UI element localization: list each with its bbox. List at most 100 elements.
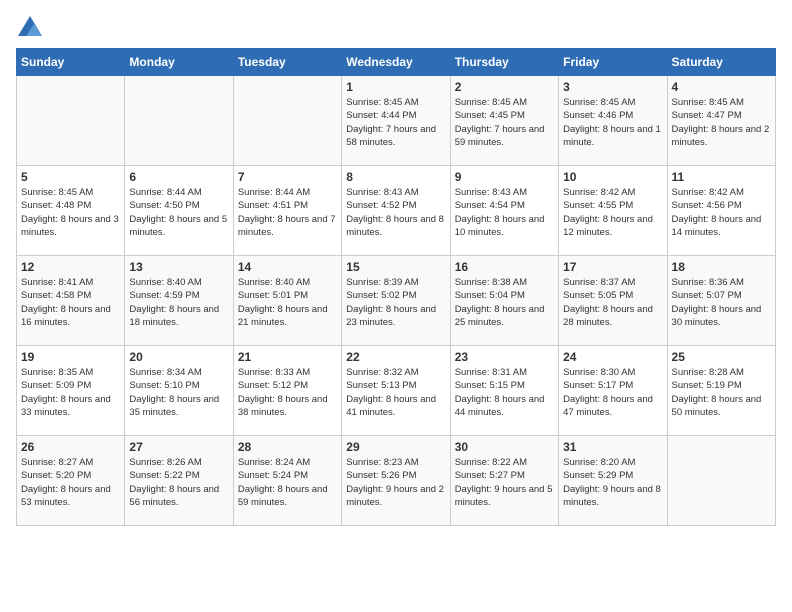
calendar-cell: 23 Sunrise: 8:31 AM Sunset: 5:15 PM Dayli… [450,346,558,436]
calendar-cell: 10Sunrise: 8:42 AM Sunset: 4:55 PM Dayli… [559,166,667,256]
day-info: Sunrise: 8:42 AM Sunset: 4:56 PM Dayligh… [672,186,771,239]
calendar-cell [125,76,233,166]
day-info: Sunrise: 8:20 AM Sunset: 5:29 PM Dayligh… [563,456,662,509]
calendar-body: 1 Sunrise: 8:45 AM Sunset: 4:44 PM Daylig… [17,76,776,526]
day-number: 5 [21,170,120,184]
day-number: 30 [455,440,554,454]
day-number: 7 [238,170,337,184]
day-info: Sunrise: 8:45 AM Sunset: 4:46 PM Dayligh… [563,96,662,149]
calendar-header: SundayMondayTuesdayWednesdayThursdayFrid… [17,49,776,76]
day-info: Sunrise: 8:24 AM Sunset: 5:24 PM Dayligh… [238,456,337,509]
day-number: 2 [455,80,554,94]
day-number: 20 [129,350,228,364]
day-info: Sunrise: 8:42 AM Sunset: 4:55 PM Dayligh… [563,186,662,239]
calendar-cell: 7 Sunrise: 8:44 AM Sunset: 4:51 PM Daylig… [233,166,341,256]
day-info: Sunrise: 8:43 AM Sunset: 4:54 PM Dayligh… [455,186,554,239]
calendar-cell: 2 Sunrise: 8:45 AM Sunset: 4:45 PM Daylig… [450,76,558,166]
weekday-header-wednesday: Wednesday [342,49,450,76]
calendar-cell: 20 Sunrise: 8:34 AM Sunset: 5:10 PM Dayli… [125,346,233,436]
calendar-cell: 29Sunrise: 8:23 AM Sunset: 5:26 PM Dayli… [342,436,450,526]
calendar-cell: 27Sunrise: 8:26 AM Sunset: 5:22 PM Dayli… [125,436,233,526]
logo [16,16,44,36]
day-info: Sunrise: 8:22 AM Sunset: 5:27 PM Dayligh… [455,456,554,509]
day-number: 15 [346,260,445,274]
day-number: 31 [563,440,662,454]
calendar-week-5: 26Sunrise: 8:27 AM Sunset: 5:20 PM Dayli… [17,436,776,526]
calendar-cell: 21 Sunrise: 8:33 AM Sunset: 5:12 PM Dayli… [233,346,341,436]
day-info: Sunrise: 8:40 AM Sunset: 4:59 PM Dayligh… [129,276,228,329]
day-number: 1 [346,80,445,94]
calendar-week-3: 12 Sunrise: 8:41 AM Sunset: 4:58 PM Dayli… [17,256,776,346]
day-info: Sunrise: 8:33 AM Sunset: 5:12 PM Dayligh… [238,366,337,419]
day-number: 24 [563,350,662,364]
day-info: Sunrise: 8:44 AM Sunset: 4:51 PM Dayligh… [238,186,337,239]
calendar-cell: 24 Sunrise: 8:30 AM Sunset: 5:17 PM Dayli… [559,346,667,436]
day-number: 29 [346,440,445,454]
day-number: 23 [455,350,554,364]
page-header [16,16,776,36]
day-info: Sunrise: 8:45 AM Sunset: 4:44 PM Dayligh… [346,96,445,149]
day-number: 28 [238,440,337,454]
calendar-table: SundayMondayTuesdayWednesdayThursdayFrid… [16,48,776,526]
day-number: 18 [672,260,771,274]
day-info: Sunrise: 8:38 AM Sunset: 5:04 PM Dayligh… [455,276,554,329]
calendar-cell: 31 Sunrise: 8:20 AM Sunset: 5:29 PM Dayli… [559,436,667,526]
day-info: Sunrise: 8:30 AM Sunset: 5:17 PM Dayligh… [563,366,662,419]
calendar-cell: 4 Sunrise: 8:45 AM Sunset: 4:47 PM Daylig… [667,76,775,166]
calendar-cell: 28 Sunrise: 8:24 AM Sunset: 5:24 PM Dayli… [233,436,341,526]
day-info: Sunrise: 8:37 AM Sunset: 5:05 PM Dayligh… [563,276,662,329]
day-info: Sunrise: 8:32 AM Sunset: 5:13 PM Dayligh… [346,366,445,419]
calendar-cell [667,436,775,526]
day-number: 13 [129,260,228,274]
day-number: 4 [672,80,771,94]
calendar-cell: 25Sunrise: 8:28 AM Sunset: 5:19 PM Dayli… [667,346,775,436]
calendar-cell: 8Sunrise: 8:43 AM Sunset: 4:52 PM Daylig… [342,166,450,256]
calendar-cell [17,76,125,166]
day-number: 12 [21,260,120,274]
calendar-week-1: 1 Sunrise: 8:45 AM Sunset: 4:44 PM Daylig… [17,76,776,166]
day-number: 9 [455,170,554,184]
calendar-week-2: 5 Sunrise: 8:45 AM Sunset: 4:48 PM Daylig… [17,166,776,256]
calendar-cell: 1 Sunrise: 8:45 AM Sunset: 4:44 PM Daylig… [342,76,450,166]
day-info: Sunrise: 8:35 AM Sunset: 5:09 PM Dayligh… [21,366,120,419]
calendar-week-4: 19Sunrise: 8:35 AM Sunset: 5:09 PM Dayli… [17,346,776,436]
calendar-cell: 6 Sunrise: 8:44 AM Sunset: 4:50 PM Daylig… [125,166,233,256]
day-info: Sunrise: 8:45 AM Sunset: 4:45 PM Dayligh… [455,96,554,149]
day-info: Sunrise: 8:40 AM Sunset: 5:01 PM Dayligh… [238,276,337,329]
weekday-header-sunday: Sunday [17,49,125,76]
logo-icon [18,16,42,36]
calendar-cell: 5 Sunrise: 8:45 AM Sunset: 4:48 PM Daylig… [17,166,125,256]
day-info: Sunrise: 8:39 AM Sunset: 5:02 PM Dayligh… [346,276,445,329]
day-info: Sunrise: 8:44 AM Sunset: 4:50 PM Dayligh… [129,186,228,239]
day-info: Sunrise: 8:41 AM Sunset: 4:58 PM Dayligh… [21,276,120,329]
day-info: Sunrise: 8:34 AM Sunset: 5:10 PM Dayligh… [129,366,228,419]
calendar-cell: 14 Sunrise: 8:40 AM Sunset: 5:01 PM Dayli… [233,256,341,346]
calendar-cell: 26Sunrise: 8:27 AM Sunset: 5:20 PM Dayli… [17,436,125,526]
calendar-cell [233,76,341,166]
calendar-cell: 17 Sunrise: 8:37 AM Sunset: 5:05 PM Dayli… [559,256,667,346]
day-info: Sunrise: 8:28 AM Sunset: 5:19 PM Dayligh… [672,366,771,419]
weekday-header-thursday: Thursday [450,49,558,76]
day-number: 16 [455,260,554,274]
day-info: Sunrise: 8:31 AM Sunset: 5:15 PM Dayligh… [455,366,554,419]
weekday-header-tuesday: Tuesday [233,49,341,76]
day-number: 21 [238,350,337,364]
calendar-cell: 9 Sunrise: 8:43 AM Sunset: 4:54 PM Daylig… [450,166,558,256]
day-number: 14 [238,260,337,274]
calendar-cell: 18Sunrise: 8:36 AM Sunset: 5:07 PM Dayli… [667,256,775,346]
calendar-cell: 12 Sunrise: 8:41 AM Sunset: 4:58 PM Dayli… [17,256,125,346]
day-info: Sunrise: 8:45 AM Sunset: 4:48 PM Dayligh… [21,186,120,239]
day-info: Sunrise: 8:43 AM Sunset: 4:52 PM Dayligh… [346,186,445,239]
day-info: Sunrise: 8:45 AM Sunset: 4:47 PM Dayligh… [672,96,771,149]
calendar-cell: 11 Sunrise: 8:42 AM Sunset: 4:56 PM Dayli… [667,166,775,256]
day-number: 11 [672,170,771,184]
weekday-header-saturday: Saturday [667,49,775,76]
weekday-header-monday: Monday [125,49,233,76]
calendar-cell: 30 Sunrise: 8:22 AM Sunset: 5:27 PM Dayli… [450,436,558,526]
day-number: 6 [129,170,228,184]
day-number: 3 [563,80,662,94]
day-number: 17 [563,260,662,274]
calendar-cell: 13 Sunrise: 8:40 AM Sunset: 4:59 PM Dayli… [125,256,233,346]
calendar-cell: 19Sunrise: 8:35 AM Sunset: 5:09 PM Dayli… [17,346,125,436]
weekday-row: SundayMondayTuesdayWednesdayThursdayFrid… [17,49,776,76]
